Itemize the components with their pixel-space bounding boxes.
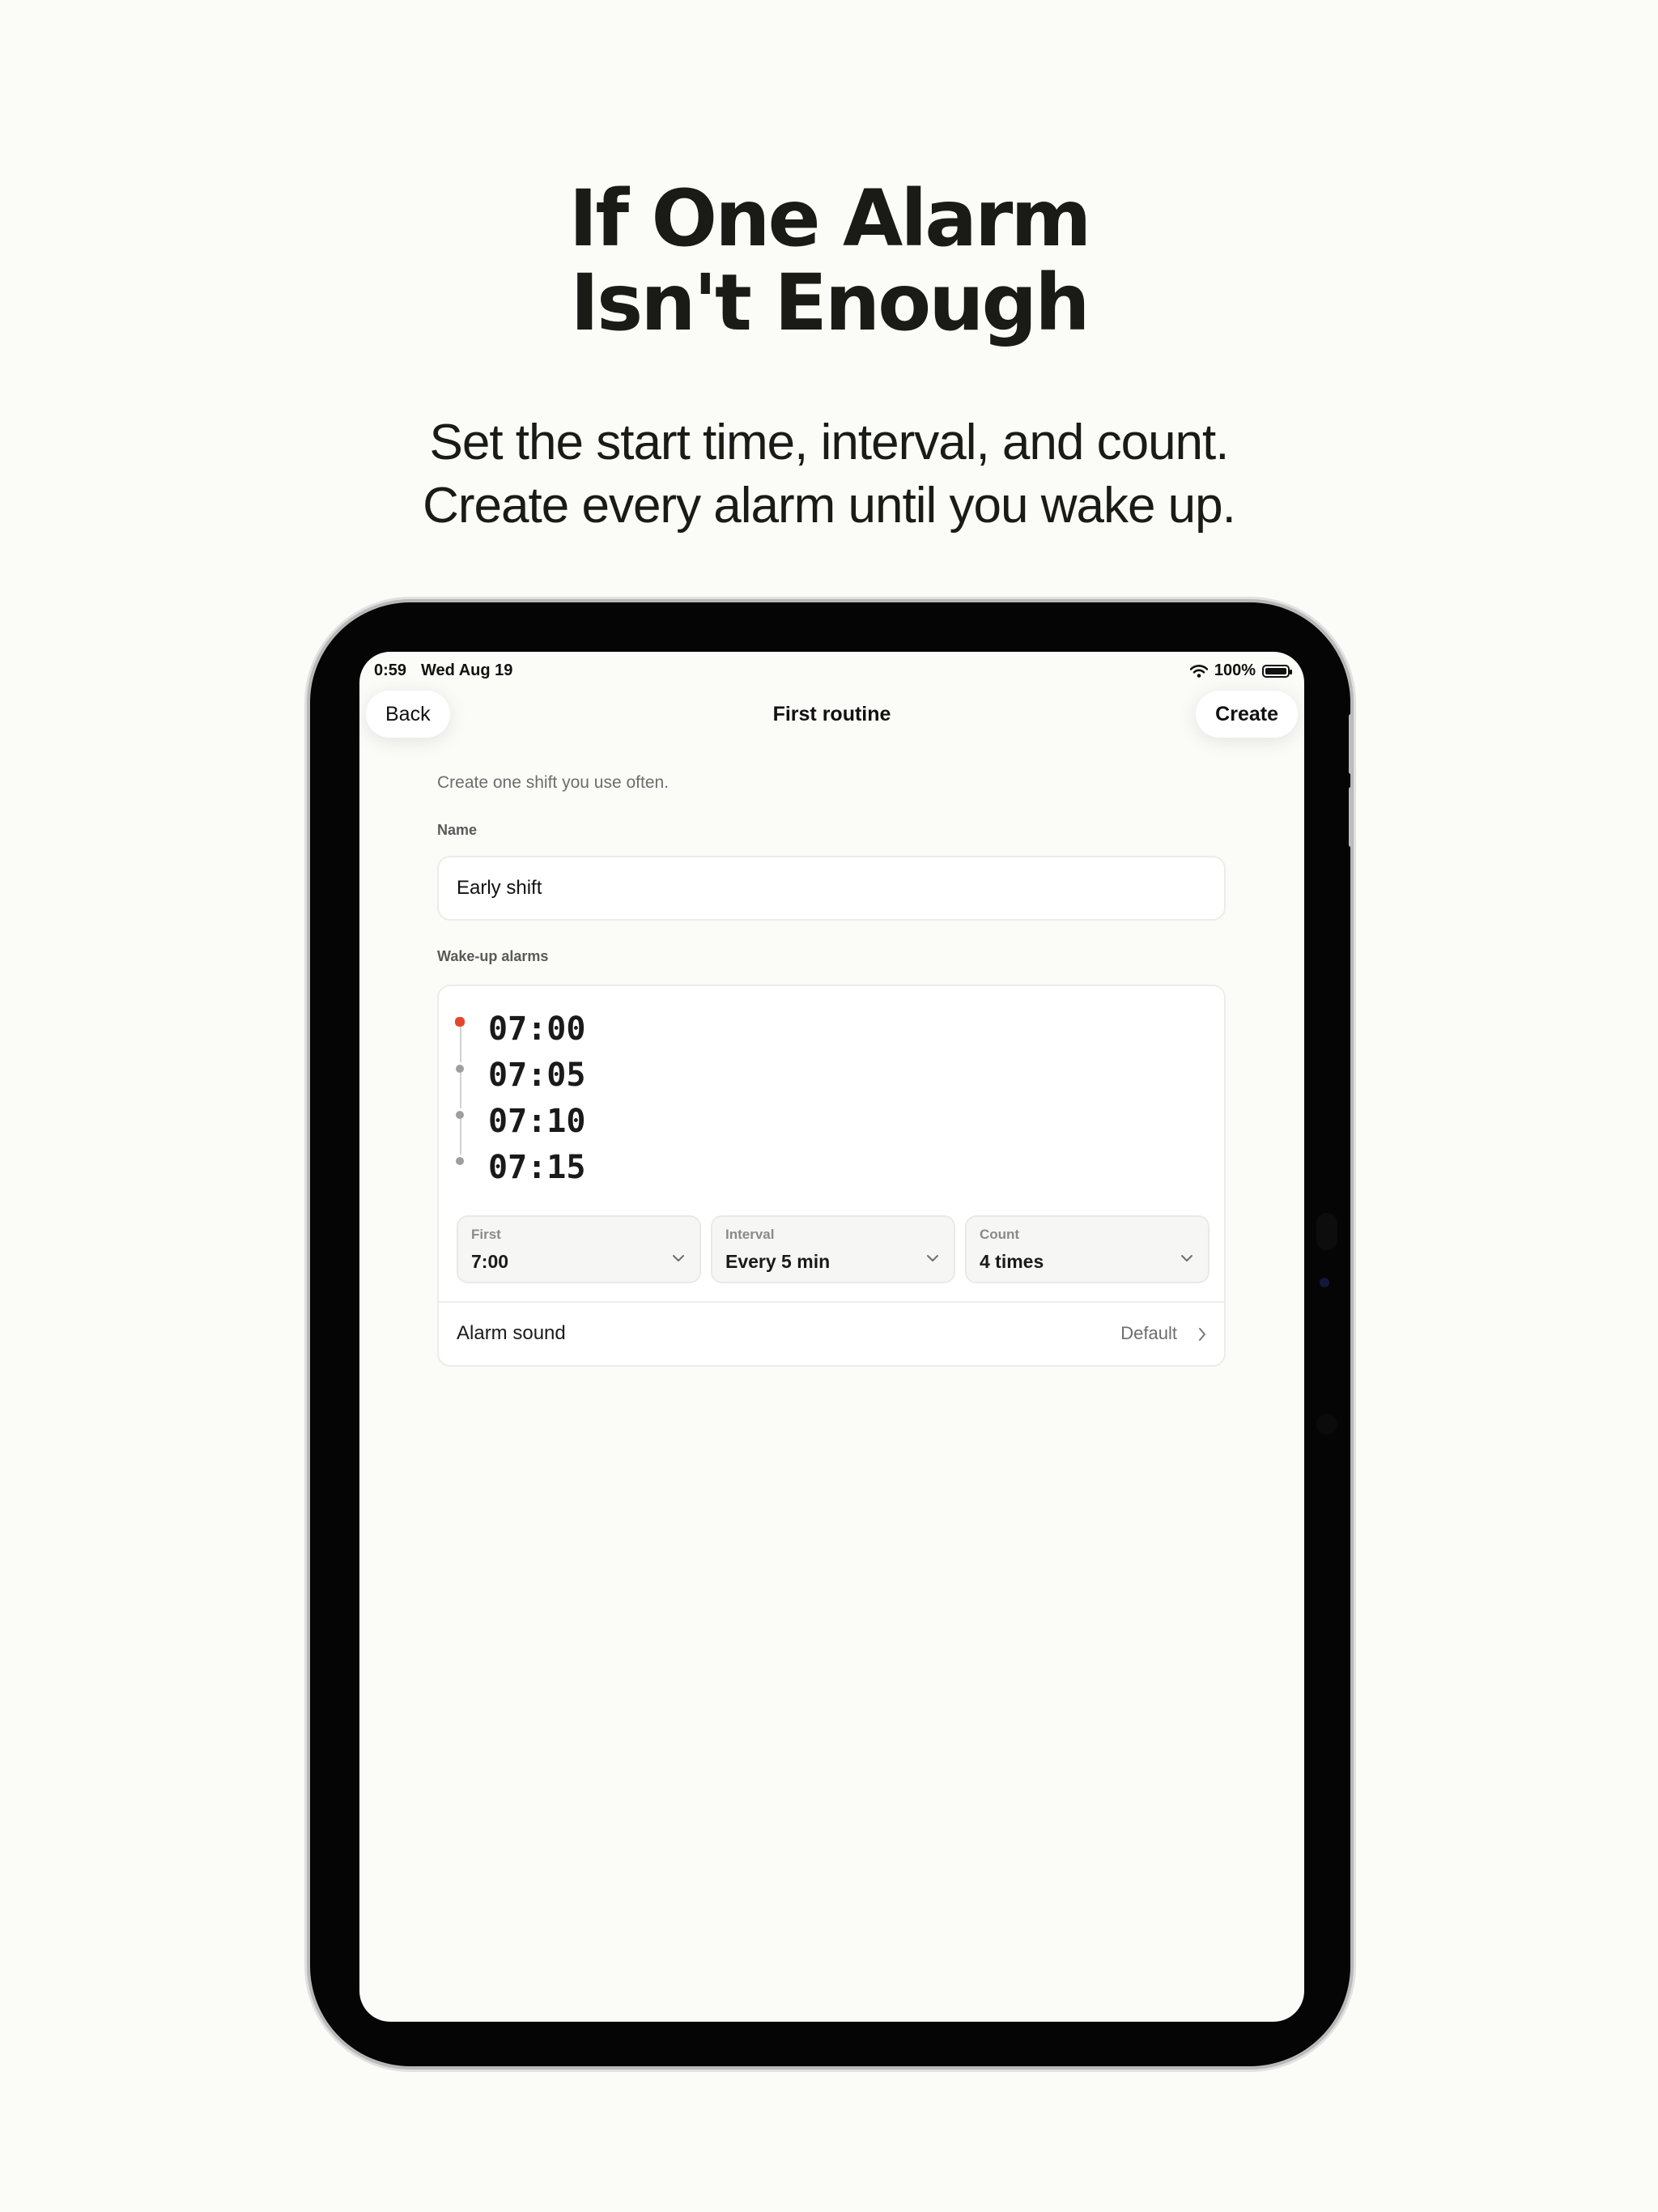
chevron-down-icon: [1181, 1255, 1192, 1261]
alarm-time: 07:10: [488, 1103, 586, 1140]
count-select[interactable]: Count 4 times: [965, 1215, 1209, 1283]
timeline-line: [460, 1073, 461, 1108]
name-label: Name: [437, 822, 478, 838]
device-volume-down-button: [1349, 787, 1353, 847]
alarm-sound-row[interactable]: Alarm sound Default: [439, 1303, 1224, 1367]
device-volume-up-button: [1349, 714, 1353, 774]
alarm-time: 07:05: [488, 1057, 586, 1094]
status-date: Wed Aug 19: [421, 661, 513, 679]
chevron-down-icon: [927, 1255, 938, 1261]
first-time-select[interactable]: First 7:00: [457, 1215, 701, 1283]
count-value: 4 times: [980, 1251, 1044, 1272]
first-time-label: First: [471, 1227, 501, 1242]
count-label: Count: [980, 1227, 1020, 1242]
status-bar-right: 100%: [1189, 661, 1292, 680]
chevron-down-icon: [673, 1255, 684, 1261]
first-time-value: 7:00: [471, 1251, 509, 1272]
alarm-time: 07:00: [488, 1010, 586, 1048]
headline-line-2: Isn't Enough: [570, 257, 1090, 348]
app-screen: 0:59 Wed Aug 19 100% Back First routine C…: [359, 652, 1304, 2022]
alarm-time: 07:15: [488, 1149, 586, 1186]
wake-up-alarms-label: Wake-up alarms: [437, 948, 549, 964]
interval-value: Every 5 min: [725, 1251, 831, 1272]
battery-icon: [1262, 664, 1292, 678]
timeline-dot: [456, 1065, 464, 1073]
interval-select[interactable]: Interval Every 5 min: [711, 1215, 955, 1283]
subheadline-line-1: Set the start time, interval, and count.: [429, 415, 1230, 470]
alarm-settings-selectors: First 7:00 Interval Every 5 min Count 4 …: [457, 1215, 1209, 1283]
wifi-icon: [1189, 664, 1208, 678]
interval-label: Interval: [725, 1227, 775, 1242]
page-title: First routine: [772, 703, 891, 725]
alarm-sound-label: Alarm sound: [457, 1322, 566, 1344]
headline-line-1: If One Alarm: [568, 173, 1092, 264]
timeline-dot: [456, 1111, 464, 1119]
timeline-line: [460, 1027, 461, 1062]
device-sensor: [1316, 1213, 1337, 1250]
alarms-card: 07:00 07:05 07:10 07:15 First 7:00 Inter…: [437, 985, 1226, 1367]
device-camera: [1320, 1278, 1329, 1287]
timeline-dot-active: [455, 1017, 465, 1027]
status-bar-left: 0:59 Wed Aug 19: [374, 661, 527, 680]
status-time: 0:59: [374, 661, 407, 679]
timeline-dot: [456, 1157, 464, 1165]
chevron-right-icon: [1199, 1328, 1205, 1341]
name-field[interactable]: Early shift: [437, 856, 1226, 921]
battery-percentage: 100%: [1214, 661, 1256, 679]
create-button[interactable]: Create: [1196, 691, 1298, 738]
timeline-line: [460, 1119, 461, 1155]
alarm-sound-value: Default: [1120, 1323, 1177, 1343]
device-sensor-lower: [1316, 1414, 1337, 1435]
subheadline: Set the start time, interval, and count.…: [0, 411, 1658, 538]
headline: If One Alarm Isn't Enough: [0, 177, 1658, 345]
subheadline-line-2: Create every alarm until you wake up.: [423, 478, 1236, 534]
intro-text: Create one shift you use often.: [437, 773, 670, 792]
